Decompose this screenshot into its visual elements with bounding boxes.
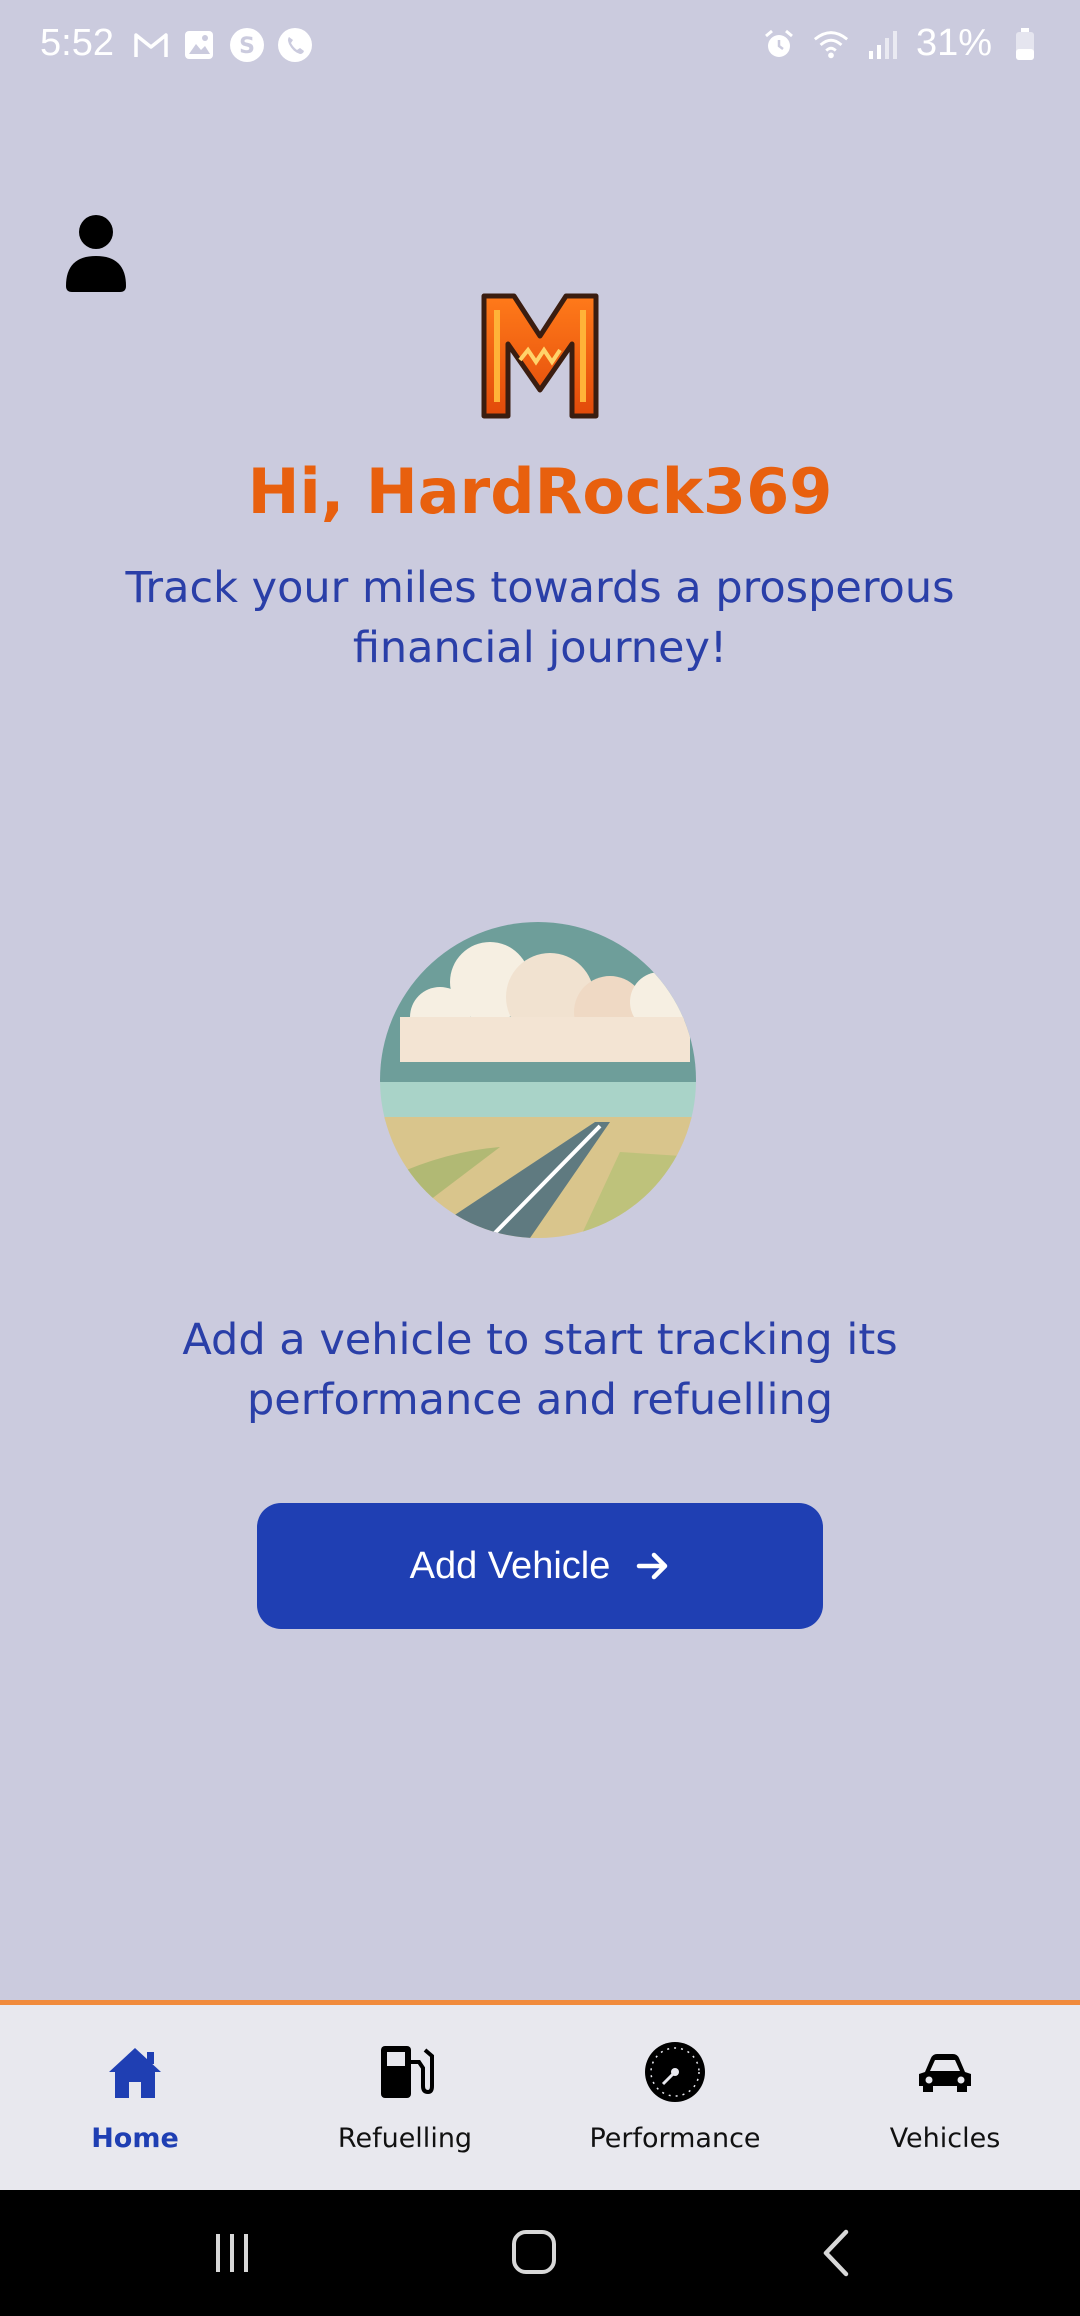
bottom-navigation: Home Refuelling Performance Vehicles — [0, 2000, 1080, 2190]
alarm-icon — [760, 25, 798, 63]
speedometer-icon — [642, 2039, 708, 2105]
status-time: 5:52 — [40, 22, 114, 64]
greeting-title: Hi, HardRock369 — [247, 455, 833, 528]
notification-icons: S — [132, 26, 314, 64]
nav-item-vehicles[interactable]: Vehicles — [810, 2005, 1080, 2190]
nav-label-vehicles: Vehicles — [889, 2123, 1001, 2154]
gallery-icon — [180, 26, 218, 64]
wifi-icon — [812, 25, 850, 63]
home-button-icon[interactable] — [504, 2226, 564, 2280]
nav-label-home: Home — [91, 2123, 179, 2154]
tagline-text: Track your miles towards a prosperous fi… — [125, 563, 955, 673]
nav-item-refuelling[interactable]: Refuelling — [270, 2005, 540, 2190]
nav-item-home[interactable]: Home — [0, 2005, 270, 2190]
recent-apps-icon[interactable] — [202, 2226, 262, 2280]
home-icon — [102, 2039, 168, 2105]
gmail-icon — [132, 26, 170, 64]
system-navigation-bar — [0, 2190, 1080, 2316]
signal-icon — [864, 25, 902, 63]
battery-percent: 31% — [915, 22, 992, 64]
system-status-icons: 31% — [760, 22, 1044, 65]
fuel-pump-icon — [372, 2039, 438, 2105]
car-icon — [912, 2039, 978, 2105]
svg-text:S: S — [239, 34, 255, 59]
arrow-right-icon — [636, 1549, 670, 1583]
battery-icon — [1006, 25, 1044, 63]
road-illustration — [380, 922, 696, 1238]
back-icon[interactable] — [806, 2226, 866, 2280]
empty-state-message: Add a vehicle to start tracking its perf… — [182, 1315, 898, 1425]
nav-label-refuelling: Refuelling — [337, 2123, 473, 2154]
add-vehicle-button[interactable]: Add Vehicle — [257, 1503, 823, 1629]
add-vehicle-label: Add Vehicle — [409, 1544, 611, 1587]
status-bar: 5:52 S 31% — [0, 0, 1080, 96]
nav-label-performance: Performance — [589, 2123, 761, 2154]
nav-item-performance[interactable]: Performance — [540, 2005, 810, 2190]
app-s-icon: S — [228, 26, 266, 64]
profile-icon[interactable] — [60, 212, 132, 292]
phone-app-icon — [276, 26, 314, 64]
app-logo — [480, 290, 600, 422]
